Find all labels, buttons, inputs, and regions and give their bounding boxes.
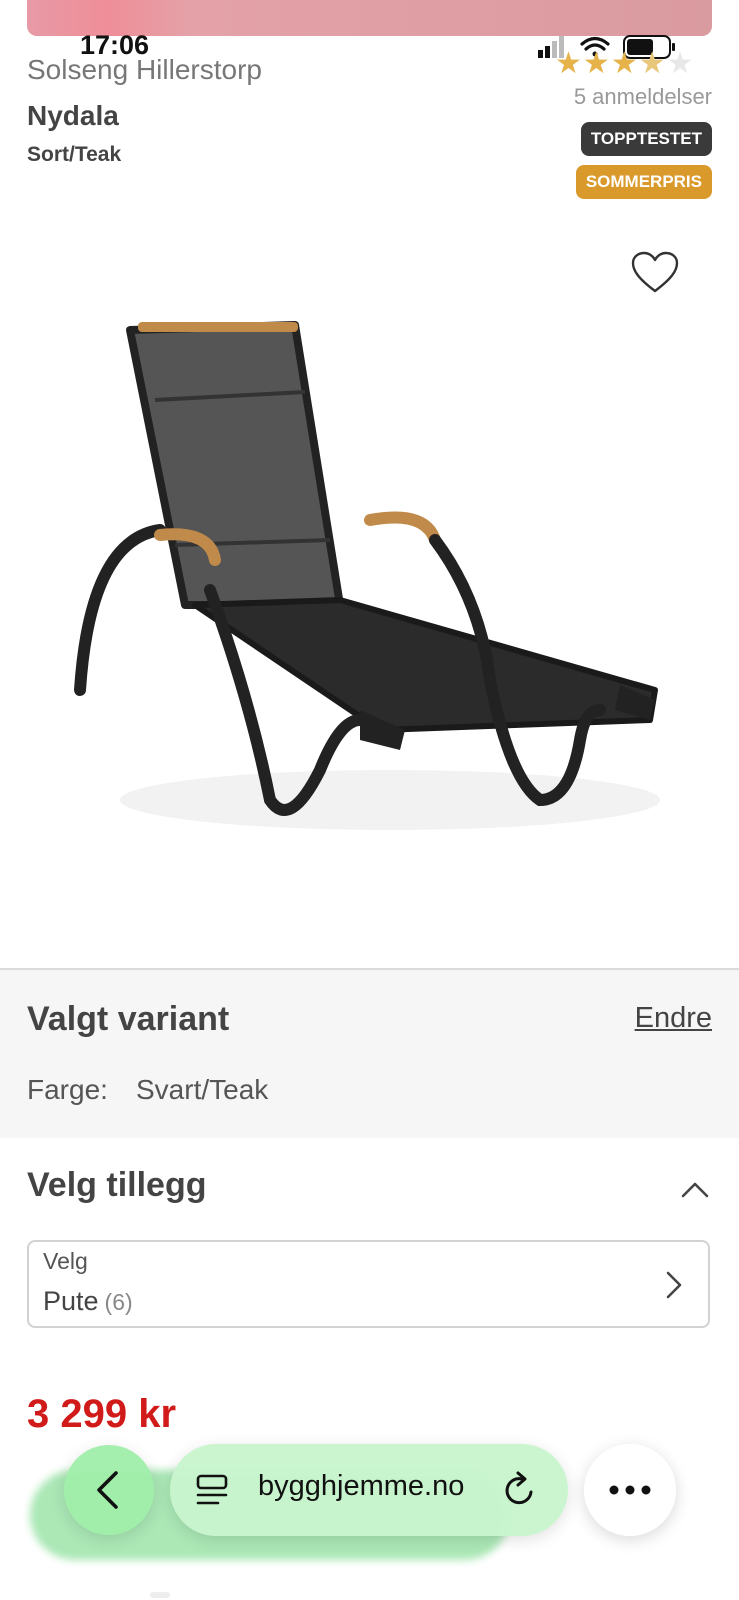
browser-back-button[interactable] — [64, 1445, 154, 1535]
reload-icon[interactable] — [500, 1470, 538, 1510]
star-icon: ★ — [582, 46, 611, 81]
star-icon: ★ — [555, 46, 583, 81]
tabs-icon — [196, 1474, 228, 1505]
selected-variant-section: Valgt variant Endre Farge: Svart/Teak — [0, 968, 739, 1138]
product-brand-line: Solseng Hillerstorp — [27, 54, 262, 85]
variant-title: Valgt variant — [27, 1000, 230, 1038]
product-name: Nydala — [27, 100, 119, 131]
variant-color-label: Farge: — [27, 1074, 108, 1105]
bottom-content-edge — [150, 1592, 170, 1598]
review-count[interactable]: 5 anmeldelser — [574, 84, 712, 110]
browser-url-bar[interactable]: bygghjemme.no — [170, 1444, 568, 1536]
favorite-heart-icon[interactable] — [631, 251, 679, 295]
star-empty-icon: ★ — [666, 46, 695, 81]
change-variant-link[interactable]: Endre — [635, 1002, 712, 1035]
chevron-right-icon — [666, 1271, 682, 1299]
badge-topptestet: TOPPTESTET — [580, 122, 712, 156]
product-image-sunbed[interactable] — [60, 300, 690, 860]
select-value: Pute (6) — [43, 1286, 133, 1317]
select-label: Velg — [43, 1248, 88, 1274]
chevron-left-icon — [97, 1471, 118, 1509]
variant-color-value: Svart/Teak — [136, 1074, 269, 1105]
more-icon — [609, 1485, 651, 1495]
browser-more-button[interactable] — [584, 1444, 676, 1536]
product-color: Sort/Teak — [27, 143, 122, 166]
badge-sommerpris: SOMMERPRIS — [575, 165, 712, 199]
chevron-up-icon[interactable] — [681, 1180, 709, 1198]
addon-cushion-select[interactable]: Velg Pute (6) — [27, 1240, 710, 1328]
product-price: 3 299 kr — [27, 1392, 177, 1436]
addons-title: Velg tillegg — [27, 1166, 207, 1204]
star-half-icon: ★ — [638, 46, 667, 81]
star-icon: ★ — [610, 46, 639, 81]
rating-stars[interactable]: ★★★★★ — [555, 46, 695, 81]
select-value-text: Pute — [43, 1286, 99, 1316]
select-count: (6) — [104, 1289, 133, 1315]
browser-url-text: bygghjemme.no — [258, 1470, 465, 1502]
